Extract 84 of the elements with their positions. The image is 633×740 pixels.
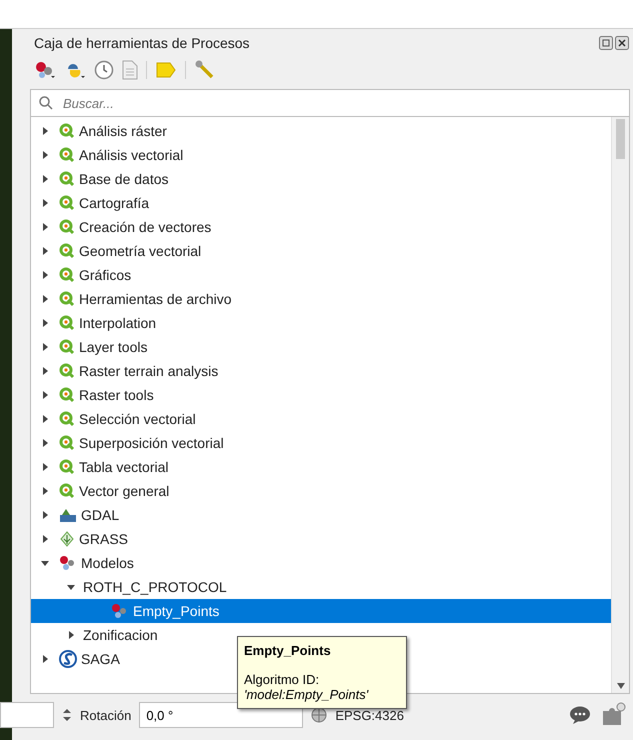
expand-arrow-icon[interactable] bbox=[41, 247, 49, 255]
qgis-icon bbox=[59, 123, 75, 139]
qgis-icon bbox=[59, 147, 75, 163]
qgis-icon bbox=[59, 315, 75, 331]
search-field[interactable]: Buscar... bbox=[61, 94, 621, 112]
qgis-icon bbox=[59, 171, 75, 187]
close-icon[interactable] bbox=[615, 36, 629, 50]
tree-item[interactable]: Layer tools bbox=[31, 335, 156, 359]
expand-arrow-icon[interactable] bbox=[41, 199, 49, 207]
qgis-icon bbox=[59, 339, 75, 355]
expand-arrow-icon[interactable] bbox=[41, 655, 49, 663]
expand-arrow-icon[interactable] bbox=[41, 391, 49, 399]
tree-item[interactable]: Cartografía bbox=[31, 191, 158, 215]
tree-item[interactable]: Geometría vectorial bbox=[31, 239, 210, 263]
expand-arrow-icon[interactable] bbox=[41, 487, 49, 495]
spin-icon[interactable] bbox=[62, 707, 72, 723]
tree-item[interactable]: Interpolation bbox=[31, 311, 164, 335]
tree-item[interactable]: Zonificacion bbox=[31, 623, 166, 647]
collapse-arrow-icon[interactable] bbox=[67, 583, 75, 591]
tree-item[interactable]: Raster tools bbox=[31, 383, 162, 407]
tree-item[interactable]: Análisis ráster bbox=[31, 119, 175, 143]
qgis-icon bbox=[59, 363, 75, 379]
scale-field[interactable] bbox=[0, 702, 54, 728]
tree-item[interactable]: Base de datos bbox=[31, 167, 177, 191]
tree-item[interactable]: Herramientas de archivo bbox=[31, 287, 240, 311]
expand-arrow-icon[interactable] bbox=[67, 631, 75, 639]
tree-item[interactable]: Gráficos bbox=[31, 263, 140, 287]
tree-item[interactable]: ROTH_C_PROTOCOL bbox=[31, 575, 235, 599]
chat-icon[interactable] bbox=[569, 705, 591, 725]
expand-arrow-icon[interactable] bbox=[41, 319, 49, 327]
qgis-icon bbox=[59, 219, 75, 235]
scrollbar[interactable] bbox=[611, 117, 629, 693]
gdal-icon bbox=[59, 507, 77, 523]
expand-arrow-icon[interactable] bbox=[41, 415, 49, 423]
search-field[interactable]: Buscar... bbox=[30, 89, 630, 117]
qgis-icon bbox=[59, 387, 75, 403]
tree-item[interactable]: Creación de vectores bbox=[31, 215, 220, 239]
rotation-label: Rotación bbox=[80, 708, 132, 722]
expand-arrow-icon[interactable] bbox=[41, 271, 49, 279]
qgis-icon bbox=[59, 267, 75, 283]
tree-item[interactable]: GRASS bbox=[31, 527, 136, 551]
tree-item[interactable]: Superposición vectorial bbox=[31, 431, 232, 455]
collapse-arrow-icon[interactable] bbox=[41, 559, 49, 567]
saga-icon bbox=[59, 650, 77, 668]
qgis-icon bbox=[59, 291, 75, 307]
expand-arrow-icon[interactable] bbox=[41, 151, 49, 159]
qgis-icon bbox=[59, 459, 75, 475]
expand-arrow-icon[interactable] bbox=[41, 295, 49, 303]
scrollbar-thumb[interactable] bbox=[616, 119, 625, 159]
tree-item[interactable]: GDAL bbox=[31, 503, 128, 527]
qgis-icon bbox=[59, 195, 75, 211]
expand-arrow-icon[interactable] bbox=[41, 367, 49, 375]
models-icon bbox=[59, 555, 77, 571]
tree-item[interactable]: Análisis vectorial bbox=[31, 143, 192, 167]
tree-item[interactable]: Vector general bbox=[31, 479, 178, 503]
tree-item[interactable]: Selección vectorial bbox=[31, 407, 204, 431]
model-icon bbox=[111, 603, 129, 619]
crs-label[interactable]: EPSG:4326 bbox=[335, 708, 404, 722]
qgis-icon bbox=[59, 411, 75, 427]
qgis-icon bbox=[59, 243, 75, 259]
tooltip-value: 'model:Empty_Points' bbox=[244, 687, 370, 702]
clock-icon[interactable] bbox=[94, 60, 114, 80]
undock-icon[interactable] bbox=[599, 36, 613, 50]
tree-item[interactable]: Raster terrain analysis bbox=[31, 359, 226, 383]
tree-item[interactable]: Tabla vectorial bbox=[31, 455, 176, 479]
expand-arrow-icon[interactable] bbox=[41, 439, 49, 447]
tree-item[interactable]: Empty_Points bbox=[31, 599, 611, 623]
tooltip-title: Empty_Points bbox=[244, 643, 332, 658]
expand-arrow-icon[interactable] bbox=[41, 535, 49, 543]
expand-arrow-icon[interactable] bbox=[41, 463, 49, 471]
qgis-icon bbox=[59, 483, 75, 499]
panel-title: Caja de herramientas de Procesos bbox=[34, 35, 250, 51]
scroll-down-icon[interactable] bbox=[616, 683, 624, 689]
tooltip-label: Algoritmo ID: bbox=[244, 672, 320, 687]
expand-arrow-icon[interactable] bbox=[41, 175, 49, 183]
expand-arrow-icon[interactable] bbox=[41, 127, 49, 135]
tree-item[interactable]: Modelos bbox=[31, 551, 142, 575]
expand-arrow-icon[interactable] bbox=[41, 511, 49, 519]
tree-item[interactable]: SAGA bbox=[31, 647, 128, 671]
expand-arrow-icon[interactable] bbox=[41, 223, 49, 231]
grass-icon bbox=[59, 531, 75, 547]
qgis-icon bbox=[59, 435, 75, 451]
expand-arrow-icon[interactable] bbox=[41, 343, 49, 351]
search-icon bbox=[39, 96, 53, 110]
